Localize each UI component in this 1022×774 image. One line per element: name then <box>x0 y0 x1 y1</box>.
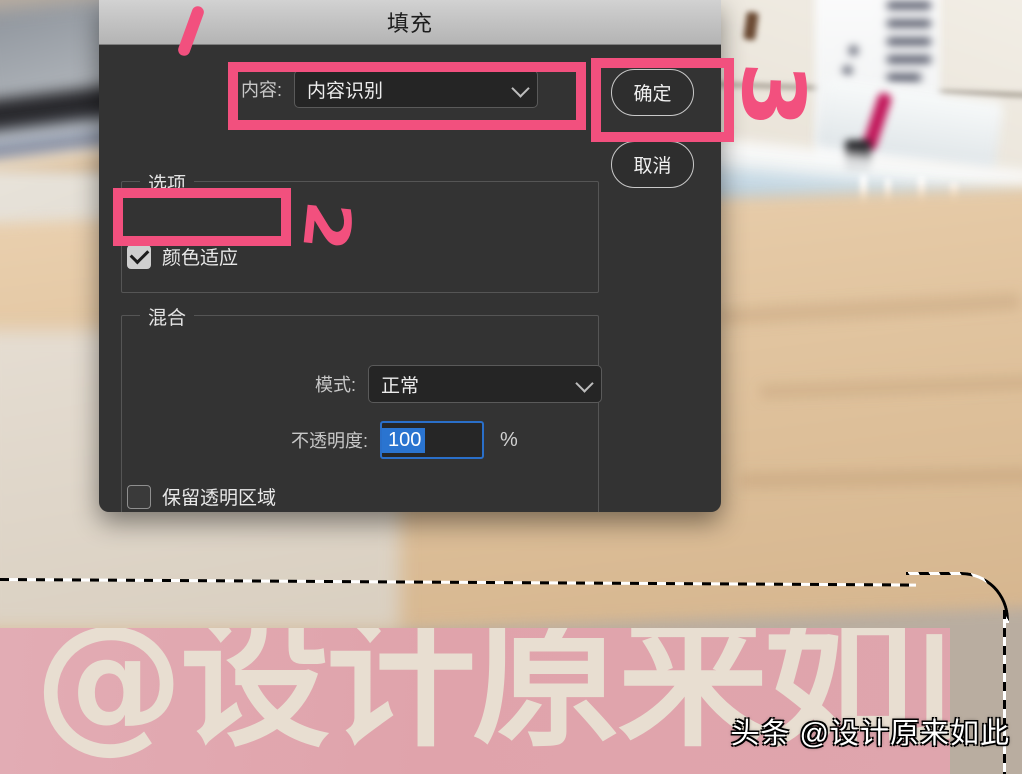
photo-vent-slot <box>887 74 921 81</box>
chevron-down-icon <box>575 374 594 393</box>
opacity-input-value: 100 <box>382 427 426 453</box>
highlight-box-ok <box>591 58 734 142</box>
pink-banner: @设计原来如此 <box>0 628 950 774</box>
photo-led-dot <box>843 66 852 75</box>
blend-group-legend: 混合 <box>140 303 195 330</box>
cancel-button[interactable]: 取消 <box>611 141 694 188</box>
photo-led-dot <box>849 46 858 55</box>
opacity-input[interactable]: 100 <box>380 421 485 459</box>
mode-dropdown[interactable]: 正常 <box>368 365 603 403</box>
photo-vent-slot <box>887 2 931 9</box>
highlight-box-checkbox <box>113 188 291 246</box>
highlight-box-content <box>228 62 586 130</box>
photo-vent-slot <box>887 38 931 45</box>
mode-dropdown-value: 正常 <box>381 375 420 397</box>
opacity-unit: % <box>500 428 518 451</box>
watermark-text: 头条 @设计原来如此 <box>730 718 1010 750</box>
annotation-step-3: 3 <box>720 60 824 130</box>
annotation-step-2: 2 <box>288 197 366 255</box>
check-icon <box>129 244 149 265</box>
photo-vent-slot <box>887 20 931 27</box>
color-adaptation-checkbox[interactable] <box>127 244 151 269</box>
preserve-transparency-checkbox[interactable] <box>127 484 151 509</box>
preserve-transparency-label: 保留透明区域 <box>162 488 277 509</box>
preserve-transparency-row[interactable]: 保留透明区域 <box>127 483 276 510</box>
color-adaptation-label: 颜色适应 <box>162 248 239 269</box>
dialog-title: 填充 <box>386 11 433 36</box>
opacity-label: 不透明度: <box>291 431 369 451</box>
mode-row: 模式: 正常 <box>315 365 603 403</box>
color-adaptation-row[interactable]: 颜色适应 <box>127 243 238 270</box>
mode-label: 模式: <box>315 375 357 395</box>
opacity-row: 不透明度: 100 % <box>291 421 518 459</box>
photo-vent-slot <box>887 56 931 63</box>
